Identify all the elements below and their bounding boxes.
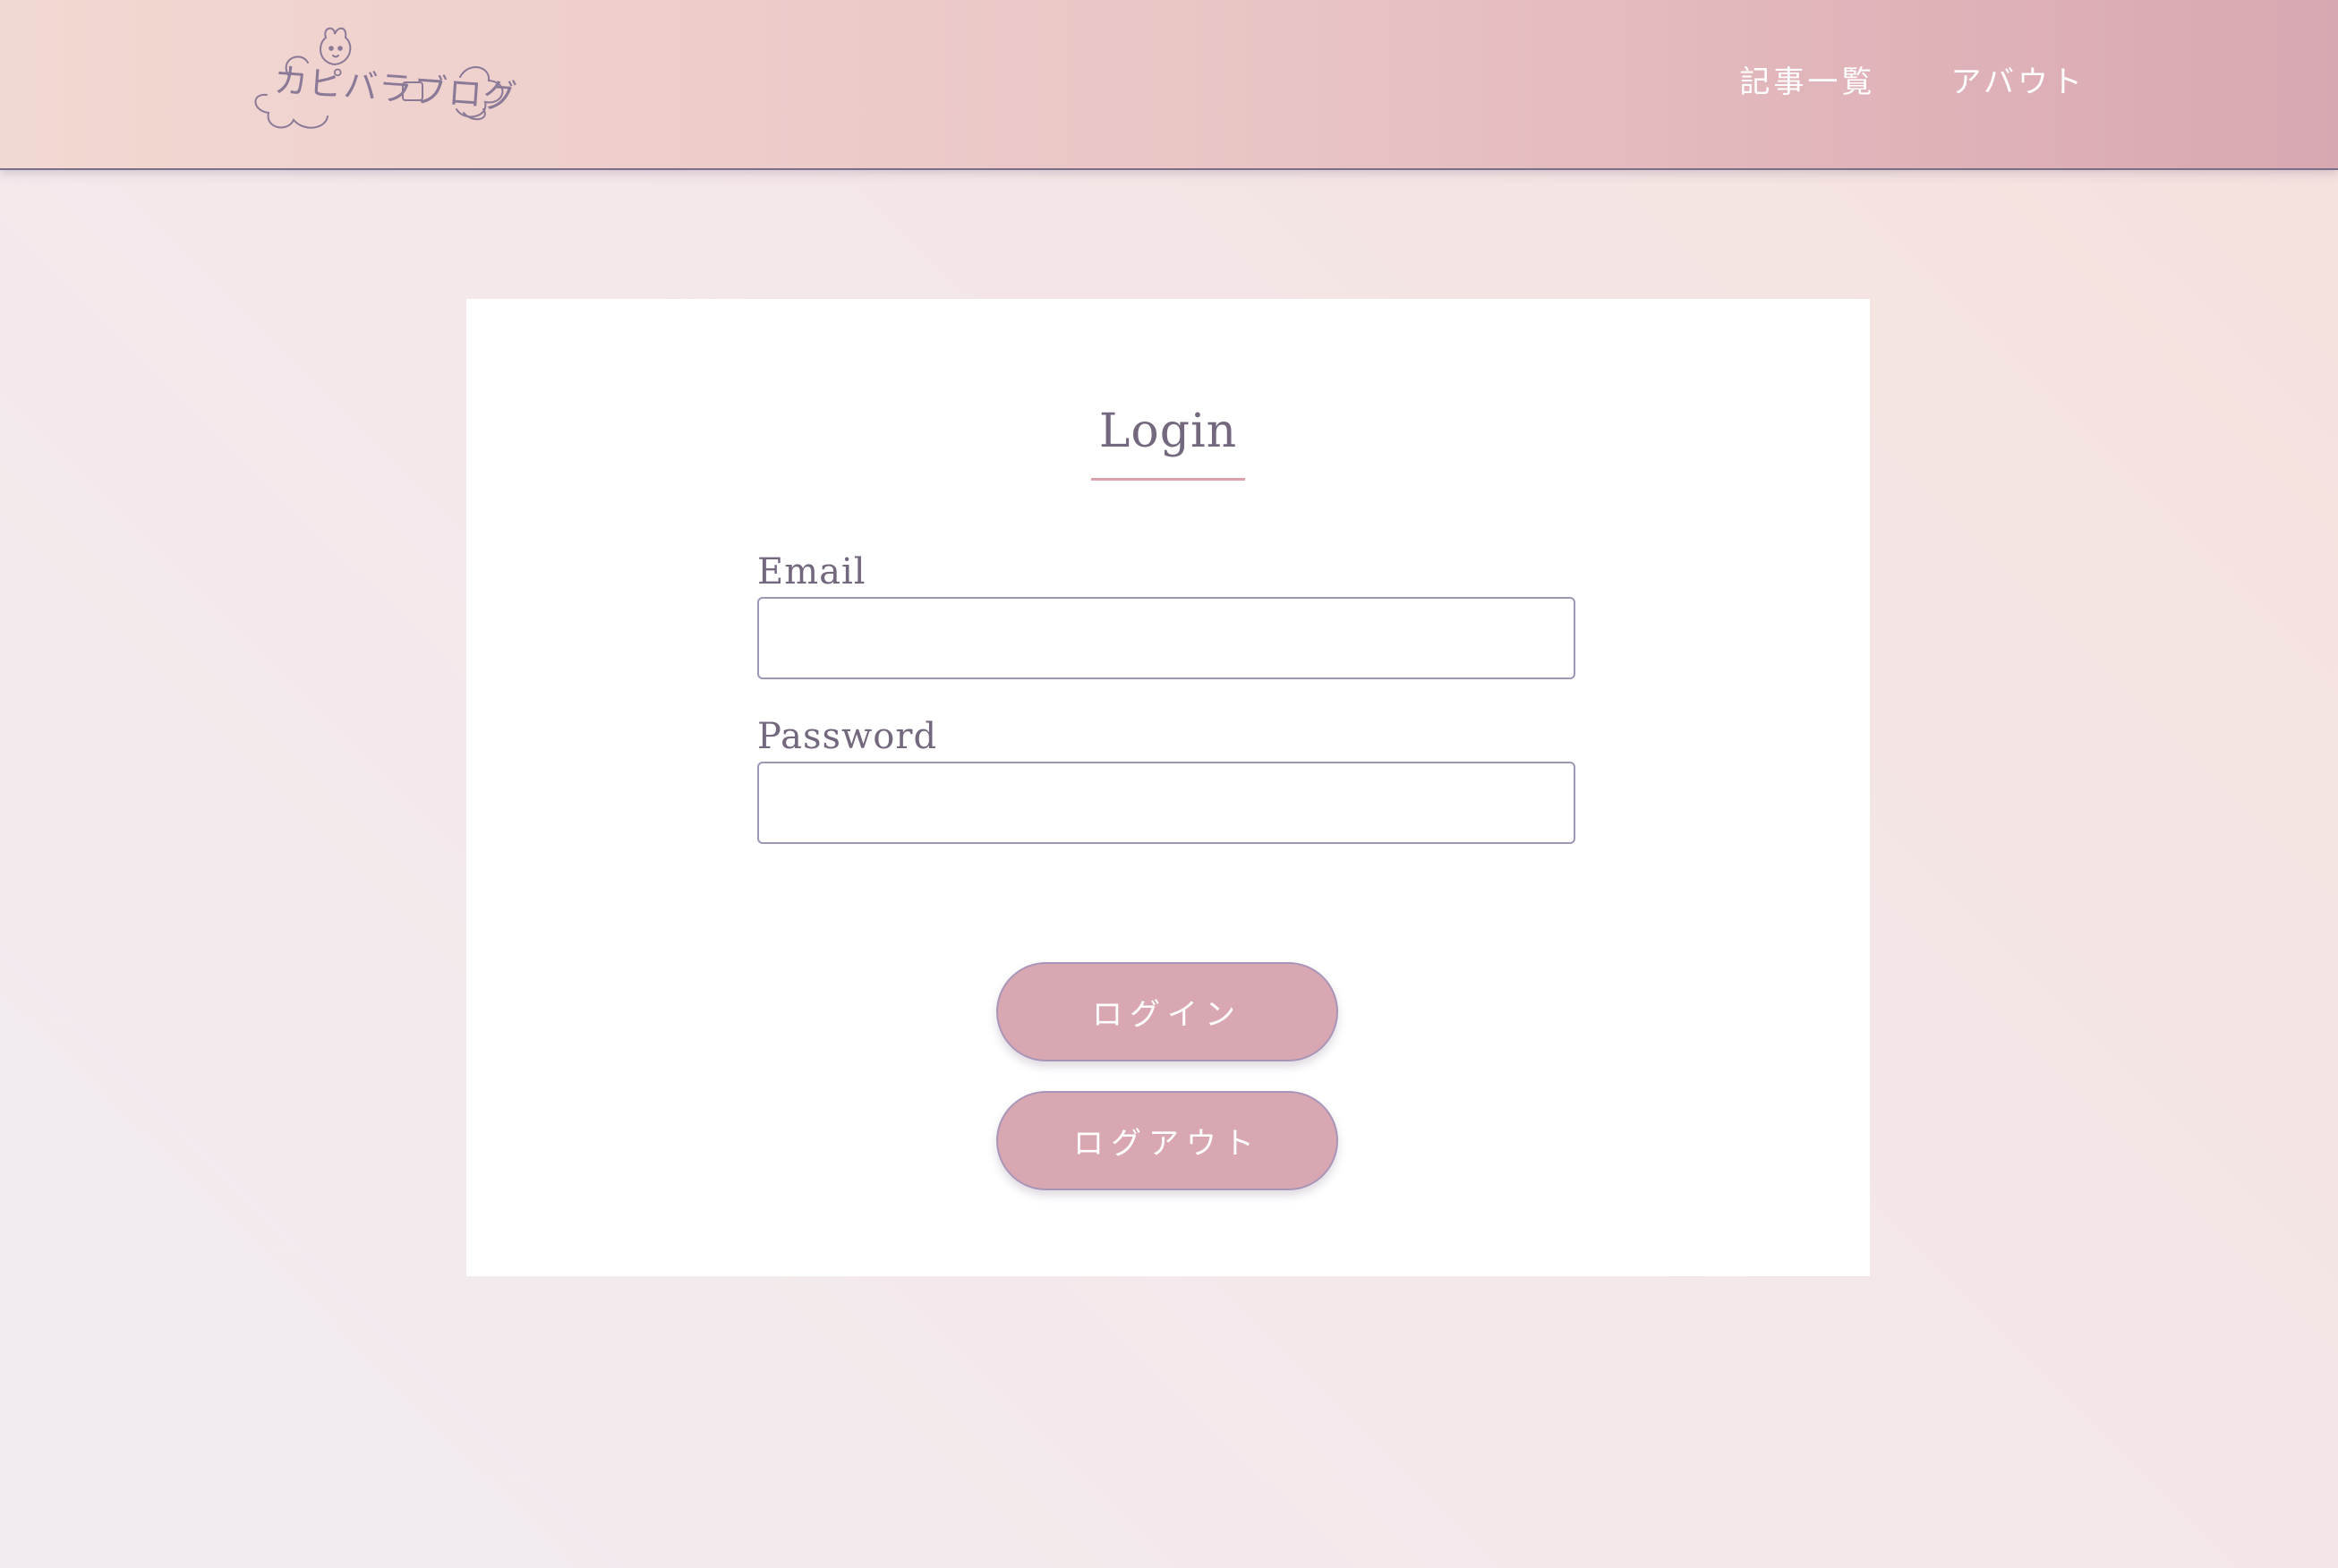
main-nav: 記事一覧 アバウト <box>1739 57 2086 101</box>
email-input[interactable] <box>757 597 1575 679</box>
logout-button[interactable]: ログアウト <box>996 1091 1338 1190</box>
site-logo[interactable]: カピバラブログ <box>249 23 519 140</box>
nav-link-articles[interactable]: 記事一覧 <box>1739 57 1875 101</box>
nav-link-about[interactable]: アバウト <box>1950 57 2086 101</box>
password-label: Password <box>757 716 938 757</box>
login-button[interactable]: ログイン <box>996 962 1338 1061</box>
page-title: Login <box>1098 405 1238 458</box>
site-header: カピバラブログ 記事一覧 アバウト <box>0 0 2338 170</box>
title-underline <box>1091 478 1245 481</box>
email-label: Email <box>757 551 866 592</box>
login-card: Login Email Password ログイン ログアウト <box>466 299 1870 1276</box>
password-input[interactable] <box>757 762 1575 844</box>
